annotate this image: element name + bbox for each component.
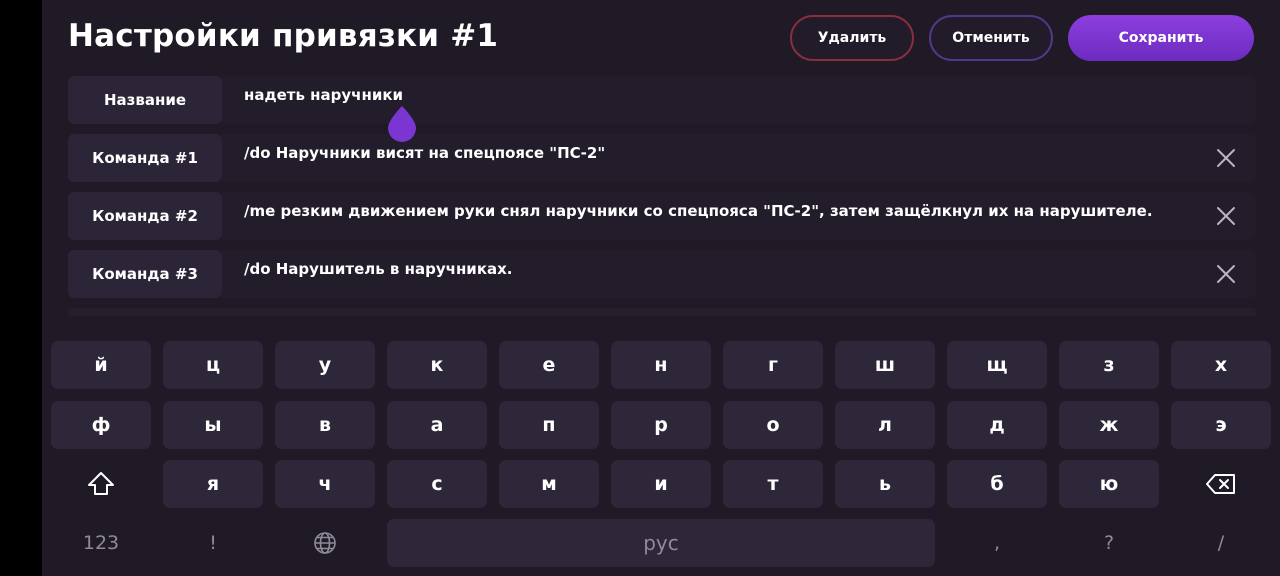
key[interactable]: н <box>611 341 711 389</box>
key[interactable]: л <box>835 401 935 449</box>
command-row: Команда #3 /do Нарушитель в наручниках. <box>68 250 1256 298</box>
delete-button[interactable]: Удалить <box>790 15 914 61</box>
space-key[interactable]: рус <box>387 519 935 567</box>
key[interactable]: п <box>499 401 599 449</box>
close-icon[interactable] <box>1216 264 1236 284</box>
numbers-key[interactable]: 123 <box>51 519 151 567</box>
key[interactable]: и <box>611 460 711 508</box>
globe-icon <box>314 532 336 554</box>
backspace-key[interactable] <box>1171 460 1271 508</box>
key[interactable]: к <box>387 341 487 389</box>
key[interactable]: ц <box>163 341 263 389</box>
command-field[interactable]: /do Нарушитель в наручниках. <box>222 250 1256 298</box>
key[interactable]: г <box>723 341 823 389</box>
name-value: надеть наручники <box>244 86 404 104</box>
key[interactable]: ж <box>1059 401 1159 449</box>
language-key[interactable] <box>275 519 375 567</box>
left-black-bar <box>0 0 42 576</box>
shift-icon <box>88 472 114 495</box>
key[interactable]: ы <box>163 401 263 449</box>
key[interactable]: ю <box>1059 460 1159 508</box>
binding-settings-screen: Настройки привязки #1 Удалить Отменить С… <box>42 0 1280 576</box>
exclamation-key[interactable]: ! <box>163 519 263 567</box>
key[interactable]: у <box>275 341 375 389</box>
on-screen-keyboard: й ц у к е н г ш щ з х ф ы в а п р о л д … <box>42 328 1280 576</box>
key[interactable]: щ <box>947 341 1047 389</box>
key[interactable]: т <box>723 460 823 508</box>
key[interactable]: б <box>947 460 1047 508</box>
command-label: Команда #3 <box>68 250 222 298</box>
backspace-icon <box>1206 474 1235 494</box>
key[interactable]: ф <box>51 401 151 449</box>
key[interactable]: е <box>499 341 599 389</box>
key[interactable]: з <box>1059 341 1159 389</box>
command-field[interactable]: /me резким движением руки снял наручники… <box>222 192 1256 240</box>
key[interactable]: ь <box>835 460 935 508</box>
key[interactable]: я <box>163 460 263 508</box>
key[interactable]: р <box>611 401 711 449</box>
key[interactable]: ч <box>275 460 375 508</box>
question-key[interactable]: ? <box>1059 519 1159 567</box>
key[interactable]: м <box>499 460 599 508</box>
save-button[interactable]: Сохранить <box>1068 15 1254 61</box>
key[interactable]: в <box>275 401 375 449</box>
command-value: /me резким движением руки снял наручники… <box>244 202 1153 220</box>
key[interactable]: д <box>947 401 1047 449</box>
text-cursor-handle-icon[interactable] <box>386 104 418 142</box>
key[interactable]: с <box>387 460 487 508</box>
cancel-button[interactable]: Отменить <box>929 15 1053 61</box>
slash-key[interactable]: / <box>1171 519 1271 567</box>
command-field[interactable]: /do Наручники висят на спецпоясе "ПС-2" <box>222 134 1256 182</box>
command-label: Команда #2 <box>68 192 222 240</box>
command-value: /do Наручники висят на спецпоясе "ПС-2" <box>244 144 606 162</box>
key[interactable]: о <box>723 401 823 449</box>
comma-key[interactable]: , <box>947 519 1047 567</box>
key[interactable]: х <box>1171 341 1271 389</box>
close-icon[interactable] <box>1216 148 1236 168</box>
command-row: Команда #1 /do Наручники висят на спецпо… <box>68 134 1256 182</box>
key[interactable]: а <box>387 401 487 449</box>
key[interactable]: ш <box>835 341 935 389</box>
close-icon[interactable] <box>1216 206 1236 226</box>
next-row-partial <box>68 308 1256 316</box>
shift-key[interactable] <box>51 460 151 508</box>
command-label: Команда #1 <box>68 134 222 182</box>
key[interactable]: й <box>51 341 151 389</box>
name-row: Название надеть наручники <box>68 76 1256 124</box>
command-value: /do Нарушитель в наручниках. <box>244 260 513 278</box>
key[interactable]: э <box>1171 401 1271 449</box>
command-row: Команда #2 /me резким движением руки сня… <box>68 192 1256 240</box>
page-title: Настройки привязки #1 <box>68 18 499 54</box>
name-field[interactable]: надеть наручники <box>222 76 1256 124</box>
name-label: Название <box>68 76 222 124</box>
